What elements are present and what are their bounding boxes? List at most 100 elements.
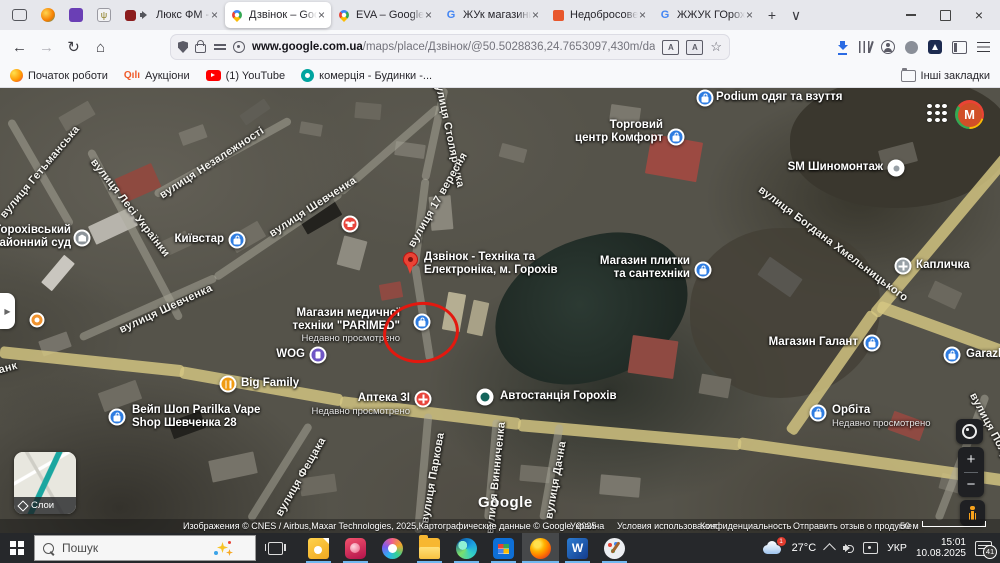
geolocation-icon[interactable] [233, 41, 245, 53]
taskbar-app-explorer[interactable] [411, 533, 448, 563]
google-apps-grid-icon[interactable] [927, 104, 947, 122]
taskbar-search-input[interactable]: Пошук [34, 535, 256, 561]
marker-clothing[interactable] [342, 216, 359, 233]
forward-button[interactable]: → [33, 34, 60, 60]
taskbar-app-store[interactable] [485, 533, 522, 563]
tray-expand-icon[interactable] [823, 543, 836, 556]
map-canvas[interactable]: вулиця Гетьманськавулиця Незалежностівул… [0, 88, 1000, 533]
lock-icon[interactable] [195, 44, 206, 53]
tab-audio-icon[interactable] [140, 10, 151, 20]
marker-shop[interactable] [109, 409, 126, 426]
place-label[interactable]: Автостанція Горохів [500, 390, 617, 403]
extension-globe-icon[interactable] [905, 41, 918, 54]
marker-court[interactable] [74, 230, 91, 247]
bookmark-item[interactable]: (1) YouTube [206, 69, 286, 82]
taskbar-app-copilot[interactable] [374, 533, 411, 563]
marker-shop[interactable] [864, 335, 881, 352]
firefox-view-button[interactable] [8, 6, 30, 24]
marker-worship[interactable] [895, 258, 912, 275]
place-label[interactable]: Капличка [916, 259, 970, 272]
back-button[interactable]: ← [6, 34, 33, 60]
taskbar-app-notepad[interactable] [300, 533, 337, 563]
url-text[interactable]: www.google.com.ua/maps/place/Дзвінок/@50… [252, 41, 655, 53]
bookmark-item[interactable]: Початок роботи [10, 69, 108, 82]
feedback-link[interactable]: Отправить отзыв о продукте [793, 521, 912, 531]
account-avatar[interactable]: M [955, 100, 984, 129]
marker-shop[interactable] [695, 262, 712, 279]
extension-dark-icon[interactable] [928, 40, 942, 54]
marker-restaurant[interactable] [220, 376, 237, 393]
place-label[interactable]: Аптека 3ІНедавно просмотрено [312, 392, 411, 418]
marker-shop[interactable] [229, 232, 246, 249]
device-icon[interactable] [863, 542, 878, 554]
destination-pin[interactable] [403, 252, 419, 276]
window-minimize-button[interactable] [894, 1, 928, 29]
weather-icon[interactable]: 1 [761, 541, 783, 555]
place-label[interactable]: Магазин Галант [769, 336, 858, 349]
tab-close-button[interactable]: × [745, 8, 754, 22]
downloads-icon[interactable] [837, 41, 849, 53]
marker-orange[interactable] [30, 313, 45, 328]
layers-control[interactable]: Слои [14, 452, 76, 514]
marker-fuel[interactable] [310, 347, 327, 364]
pinned-tab[interactable] [63, 3, 89, 27]
my-location-button[interactable] [956, 419, 983, 444]
tracking-shield-icon[interactable] [178, 41, 188, 53]
new-tab-button[interactable]: + [760, 3, 784, 27]
translate-extension-icon[interactable]: A [686, 40, 703, 55]
taskbar-app-word[interactable]: W [559, 533, 596, 563]
reload-button[interactable]: ↻ [60, 34, 87, 60]
browser-tab[interactable]: Люкс ФМ -× [118, 2, 224, 28]
browser-tab[interactable]: GЖЖУК ГОрохів× [653, 2, 759, 28]
privacy-link[interactable]: Конфиденциальность [700, 521, 791, 531]
task-view-button[interactable] [260, 533, 290, 563]
place-label[interactable]: Магазин плиткита сантехніки [600, 255, 690, 280]
place-label[interactable]: Big Family [241, 377, 299, 390]
notification-center-icon[interactable]: 41 [975, 541, 992, 556]
menu-icon[interactable] [977, 42, 990, 53]
marker-pharmacy[interactable] [415, 391, 432, 408]
translate-icon[interactable]: A [662, 40, 679, 55]
tab-close-button[interactable]: × [531, 8, 540, 22]
place-label[interactable]: Торговийцентр Комфорт [575, 119, 663, 144]
account-icon[interactable] [881, 40, 895, 54]
marker-transit[interactable] [477, 389, 494, 406]
place-label[interactable]: Podium одяг та взуття [716, 91, 842, 104]
marker-shop[interactable] [697, 90, 714, 107]
window-maximize-button[interactable] [928, 1, 962, 29]
tab-close-button[interactable]: × [424, 8, 433, 22]
pinned-tab[interactable]: ψ [91, 3, 117, 27]
list-tabs-button[interactable]: ∨ [784, 3, 808, 27]
bookmark-star-icon[interactable]: ☆ [710, 39, 722, 55]
place-label[interactable]: Київстар [174, 233, 224, 246]
language-indicator[interactable]: УКР [887, 542, 907, 554]
marker-generic[interactable] [888, 160, 905, 177]
bookmark-item[interactable]: QılıАукціони [124, 69, 190, 82]
pinned-tab[interactable] [35, 3, 61, 27]
volume-icon[interactable] [843, 543, 854, 553]
place-label[interactable]: Garazh [966, 348, 1000, 361]
attribution-country[interactable]: Украина [570, 521, 604, 531]
browser-tab[interactable]: Недобросовест× [546, 2, 652, 28]
home-button[interactable]: ⌂ [87, 34, 114, 60]
place-label[interactable]: SM Шиномонтаж [788, 161, 883, 174]
library-icon[interactable] [859, 41, 871, 53]
place-label[interactable]: Вейп Шоп Parilka VapeShop Шевченка 28 [132, 404, 260, 429]
tab-close-button[interactable]: × [317, 8, 326, 22]
place-label[interactable]: Горохівськийрайонний суд [0, 224, 71, 249]
taskbar-app-paint[interactable] [596, 533, 633, 563]
tab-close-button[interactable]: × [210, 8, 219, 22]
tab-close-button[interactable]: × [638, 8, 647, 22]
clock[interactable]: 15:01 10.08.2025 [916, 537, 966, 559]
other-bookmarks-button[interactable]: Інші закладки [901, 70, 990, 82]
temperature-label[interactable]: 27°C [792, 542, 817, 554]
browser-tab[interactable]: GЖУк магазини× [439, 2, 545, 28]
start-button[interactable] [0, 533, 34, 563]
taskbar-app-edge[interactable] [448, 533, 485, 563]
permissions-icon[interactable] [214, 42, 226, 52]
place-label[interactable]: WOG [276, 348, 305, 361]
marker-shop[interactable] [944, 347, 961, 364]
marker-shop[interactable] [810, 405, 827, 422]
copilot-sparkle-icon[interactable] [215, 541, 231, 557]
bookmark-item[interactable]: комерція - Будинки -... [301, 69, 432, 82]
